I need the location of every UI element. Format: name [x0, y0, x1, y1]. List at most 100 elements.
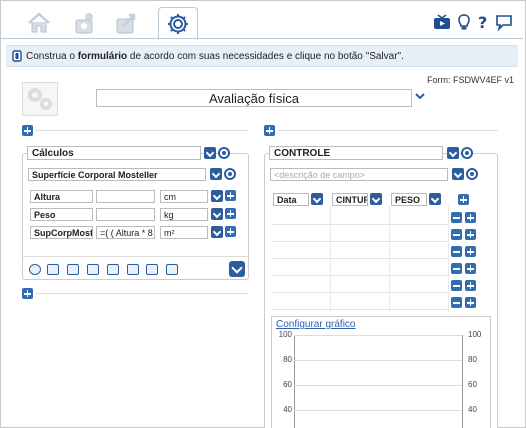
- remove-row-button[interactable]: [451, 280, 462, 291]
- calc-settings-icon[interactable]: [224, 168, 236, 180]
- description-dropdown-icon[interactable]: [452, 168, 464, 180]
- calendar-field-icon[interactable]: [127, 264, 139, 275]
- row-add-altura[interactable]: [225, 190, 236, 201]
- add-row-button[interactable]: [465, 246, 476, 257]
- add-row-button[interactable]: [465, 229, 476, 240]
- column-header-cintur[interactable]: CINTUR: [332, 193, 368, 206]
- add-section-left-button[interactable]: [22, 125, 33, 136]
- y-tick-label-left: 80: [283, 355, 292, 364]
- column-dropdown-peso[interactable]: [429, 193, 441, 205]
- add-row-button[interactable]: [465, 263, 476, 274]
- table-row-line: [272, 241, 448, 242]
- row-dropdown-peso[interactable]: [211, 208, 223, 220]
- field-description-input[interactable]: <descrição de campo>: [270, 168, 448, 181]
- row-label-peso[interactable]: Peso: [30, 208, 93, 221]
- row-dropdown-altura[interactable]: [211, 190, 223, 202]
- y-axis-left: [294, 335, 295, 428]
- calc-dropdown-icon[interactable]: [210, 168, 222, 180]
- row-unit-supcorpmost[interactable]: m²: [160, 226, 208, 239]
- row-label-supcorpmost[interactable]: SupCorpMost: [30, 226, 93, 239]
- form-logo[interactable]: [22, 82, 58, 116]
- row-unit-peso[interactable]: kg: [160, 208, 208, 221]
- chat-icon[interactable]: [495, 13, 513, 31]
- table-row-line: [272, 275, 448, 276]
- info-text-bold: formulário: [77, 50, 128, 62]
- divider-right: [278, 130, 498, 131]
- row-add-supcorpmost[interactable]: [225, 226, 236, 237]
- tab-share[interactable]: [107, 7, 147, 39]
- section-dropdown-icon[interactable]: [204, 147, 216, 159]
- y-tick-label-right: 60: [468, 380, 477, 389]
- remove-row-button[interactable]: [451, 263, 462, 274]
- info-text-prefix: Construa o: [26, 50, 78, 62]
- remove-row-button[interactable]: [451, 297, 462, 308]
- chart-field-icon[interactable]: [166, 264, 178, 275]
- add-section-right-button[interactable]: [264, 125, 275, 136]
- checkbox-field-icon[interactable]: [47, 264, 59, 275]
- add-row-button[interactable]: [465, 297, 476, 308]
- add-column-button[interactable]: [458, 194, 469, 205]
- row-dropdown-supcorpmost[interactable]: [211, 226, 223, 238]
- description-settings-icon[interactable]: [466, 168, 478, 180]
- y-tick-label-right: 40: [468, 405, 477, 414]
- video-icon[interactable]: [433, 14, 451, 30]
- share-icon: [116, 13, 136, 34]
- list-field-icon[interactable]: [67, 264, 79, 275]
- y-tick-label-left: 40: [283, 405, 292, 414]
- column-header-peso[interactable]: PESO: [391, 193, 427, 206]
- info-bar: Construa o formulário de acordo com suas…: [6, 45, 518, 67]
- row-value-peso[interactable]: [96, 208, 155, 221]
- y-tick-label-left: 60: [283, 380, 292, 389]
- divider-left-bottom: [36, 293, 248, 294]
- column-header-data[interactable]: Data: [273, 193, 309, 206]
- gear-icon: [168, 13, 188, 34]
- toolbar-divider: [23, 256, 248, 257]
- tab-users[interactable]: [65, 7, 105, 39]
- row-value-altura[interactable]: [96, 190, 155, 203]
- row-add-peso[interactable]: [225, 208, 236, 219]
- section-title-calculos[interactable]: Cálculos: [27, 146, 201, 160]
- column-dropdown-data[interactable]: [311, 193, 323, 205]
- users-icon: [75, 13, 93, 34]
- section-settings-icon[interactable]: [218, 147, 230, 159]
- controle-dropdown-icon[interactable]: [447, 147, 459, 159]
- y-tick-label-right: 80: [468, 355, 477, 364]
- form-title-input[interactable]: Avaliação física: [96, 89, 412, 107]
- add-field-circle-icon[interactable]: [29, 264, 41, 275]
- row-value-supcorpmost[interactable]: =( ( Altura * 8: [96, 226, 155, 239]
- add-row-button[interactable]: [465, 280, 476, 291]
- grid-line: [294, 360, 462, 361]
- section-title-controle[interactable]: CONTROLE: [269, 146, 443, 160]
- tab-settings[interactable]: [158, 7, 198, 40]
- title-dropdown-icon[interactable]: [414, 90, 426, 102]
- table-field-icon[interactable]: [146, 264, 158, 275]
- column-dropdown-cintur[interactable]: [370, 193, 382, 205]
- configure-chart-link[interactable]: Configurar gráfico: [276, 319, 355, 330]
- row-label-altura[interactable]: Altura: [30, 190, 93, 203]
- table-row-line: [272, 224, 448, 225]
- home-icon: [28, 12, 50, 33]
- y-tick-label-right: 100: [468, 330, 482, 339]
- column-separator: [330, 206, 331, 312]
- text-field-icon[interactable]: [87, 264, 99, 275]
- grid-line: [294, 385, 462, 386]
- tab-divider: [1, 38, 523, 39]
- remove-row-button[interactable]: [451, 212, 462, 223]
- add-section-below-button[interactable]: [22, 288, 33, 299]
- remove-row-button[interactable]: [451, 246, 462, 257]
- lightbulb-icon[interactable]: [457, 13, 471, 31]
- row-unit-altura[interactable]: cm: [160, 190, 208, 203]
- tab-home[interactable]: [19, 7, 59, 39]
- image-field-icon[interactable]: [107, 264, 119, 275]
- calc-formula-select[interactable]: Superfície Corporal Mosteller: [28, 168, 206, 181]
- add-row-button[interactable]: [465, 212, 476, 223]
- expand-toolbar-button[interactable]: [229, 261, 245, 277]
- chart-panel: [271, 316, 491, 428]
- help-icon[interactable]: ?: [477, 13, 489, 31]
- remove-row-button[interactable]: [451, 229, 462, 240]
- table-row-line: [272, 292, 448, 293]
- divider-left: [36, 130, 248, 131]
- column-separator: [389, 206, 390, 312]
- controle-settings-icon[interactable]: [461, 147, 473, 159]
- info-text-suffix: de acordo com suas necessidades e clique…: [127, 50, 404, 62]
